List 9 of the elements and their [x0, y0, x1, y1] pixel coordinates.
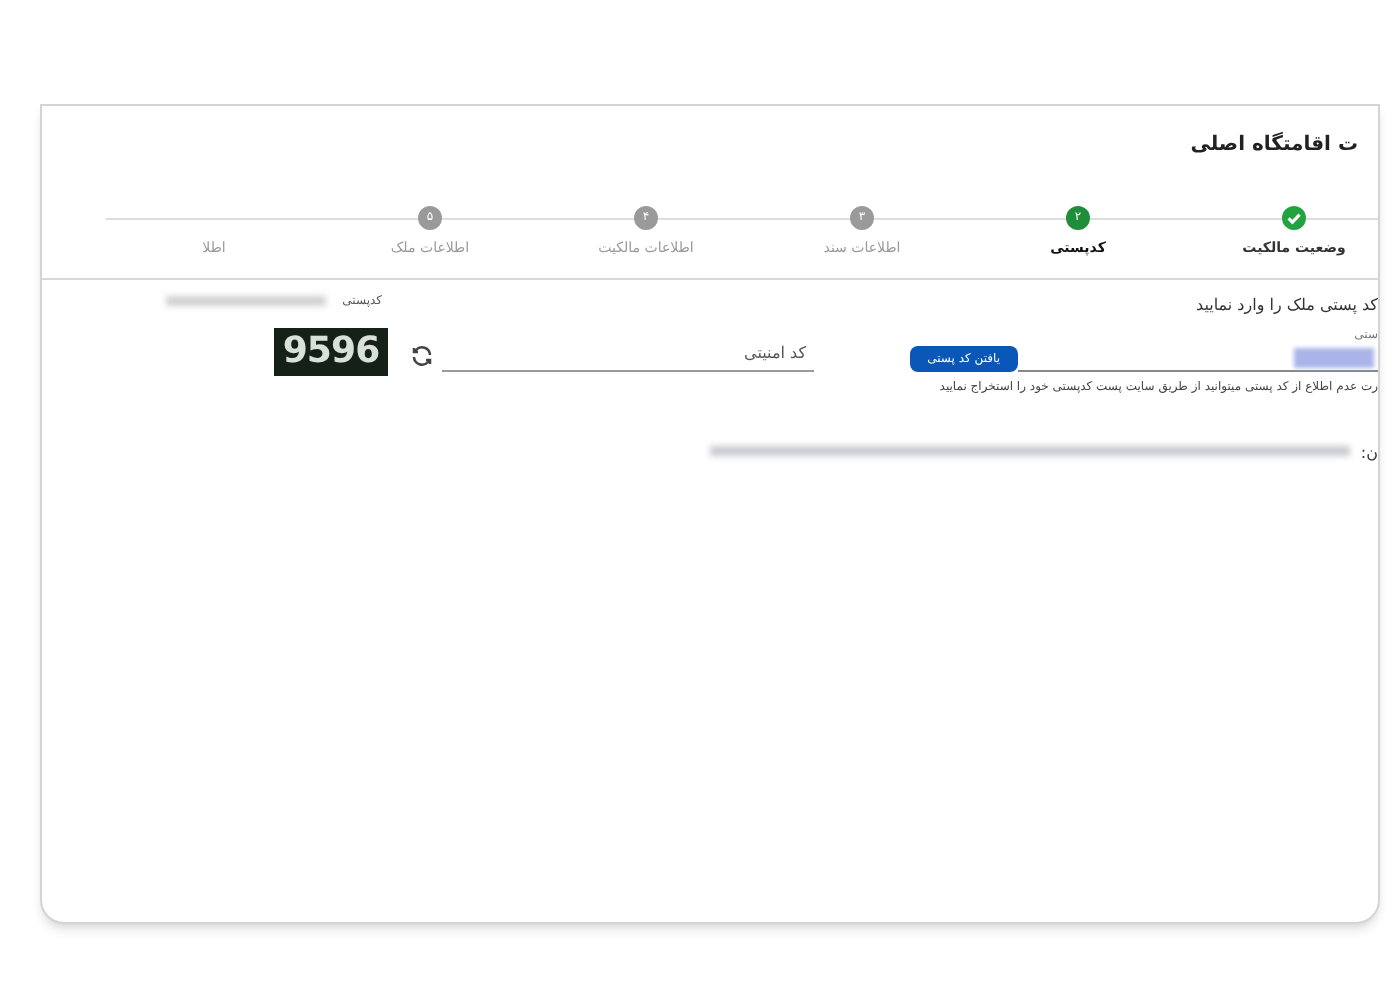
postal-code-field[interactable]	[1018, 346, 1378, 372]
refresh-icon[interactable]	[410, 344, 434, 368]
security-code-field[interactable]: کد امنیتی	[442, 338, 814, 372]
field-placeholder: کد امنیتی	[744, 342, 806, 366]
page-title: ت اقامتگاه اصلی	[1190, 130, 1358, 160]
captcha-image: 9596	[274, 328, 388, 376]
instruction-text: کد پستی ملک را وارد نمایید	[1196, 294, 1378, 318]
field-label: ن:	[1360, 442, 1378, 466]
redacted-value	[1294, 348, 1374, 368]
